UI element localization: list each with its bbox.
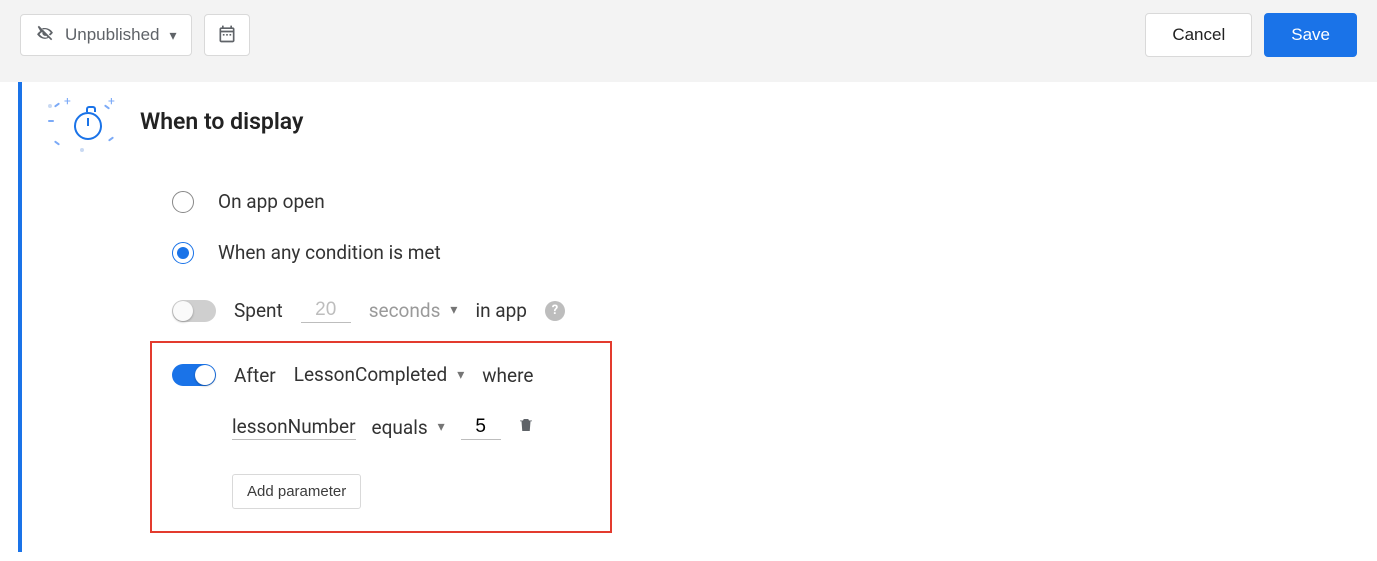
- event-parameter-row: lessonNumber equals ▾: [232, 415, 594, 440]
- parameter-value-input[interactable]: [461, 415, 501, 440]
- radio-on-app-open-label: On app open: [218, 190, 325, 213]
- help-icon[interactable]: ?: [545, 301, 565, 321]
- eye-off-icon: [35, 23, 55, 48]
- parameter-name-value: lessonNumber: [232, 415, 356, 438]
- parameter-name-dropdown[interactable]: lessonNumber: [232, 415, 356, 440]
- radio-on-app-open[interactable]: [172, 191, 194, 213]
- publish-status-dropdown[interactable]: Unpublished ▾: [20, 14, 192, 56]
- when-to-display-section: ++ When to display On app open When any …: [22, 82, 1359, 533]
- chevron-down-icon: ▾: [457, 367, 464, 383]
- condition-after-event: After LessonCompleted ▾ where lessonNumb…: [150, 341, 612, 533]
- save-button[interactable]: Save: [1264, 13, 1357, 57]
- where-label: where: [482, 364, 533, 387]
- calendar-icon: [217, 24, 237, 47]
- section-title: When to display: [140, 92, 303, 135]
- duration-unit-dropdown[interactable]: seconds ▾: [369, 299, 458, 323]
- top-toolbar: Unpublished ▾ Cancel Save: [0, 0, 1377, 82]
- toolbar-right: Cancel Save: [1145, 13, 1357, 57]
- after-label: After: [234, 364, 276, 387]
- section-header: ++ When to display: [46, 90, 1335, 156]
- radio-on-app-open-row: On app open: [172, 190, 1335, 213]
- duration-unit-label: seconds: [369, 299, 441, 322]
- settings-panel: ++ When to display On app open When any …: [18, 82, 1359, 552]
- parameter-operator-dropdown[interactable]: equals ▾: [372, 416, 445, 440]
- condition-spent-duration: Spent seconds ▾ in app ?: [172, 292, 1335, 329]
- radio-condition-row: When any condition is met: [172, 241, 1335, 264]
- publish-status-label: Unpublished: [65, 25, 160, 45]
- spent-label: Spent: [234, 299, 283, 322]
- radio-any-condition[interactable]: [172, 242, 194, 264]
- event-name-dropdown[interactable]: LessonCompleted ▾: [294, 363, 465, 387]
- schedule-button[interactable]: [204, 14, 250, 56]
- event-name-value: LessonCompleted: [294, 363, 447, 386]
- duration-input[interactable]: [301, 298, 351, 323]
- toolbar-left: Unpublished ▾: [20, 14, 250, 56]
- chevron-down-icon: ▾: [450, 302, 457, 318]
- toggle-after-event[interactable]: [172, 364, 216, 386]
- trash-icon: [517, 416, 535, 434]
- display-trigger-options: On app open When any condition is met: [172, 190, 1335, 264]
- chevron-down-icon: ▾: [170, 27, 177, 44]
- cancel-button[interactable]: Cancel: [1145, 13, 1252, 57]
- timer-icon: ++: [46, 92, 122, 156]
- delete-parameter-button[interactable]: [517, 416, 535, 439]
- add-parameter-button[interactable]: Add parameter: [232, 474, 361, 509]
- parameter-operator-value: equals: [372, 416, 428, 439]
- chevron-down-icon: ▾: [438, 419, 445, 435]
- toggle-spent-duration[interactable]: [172, 300, 216, 322]
- radio-any-condition-label: When any condition is met: [218, 241, 441, 264]
- spent-suffix-label: in app: [475, 299, 527, 322]
